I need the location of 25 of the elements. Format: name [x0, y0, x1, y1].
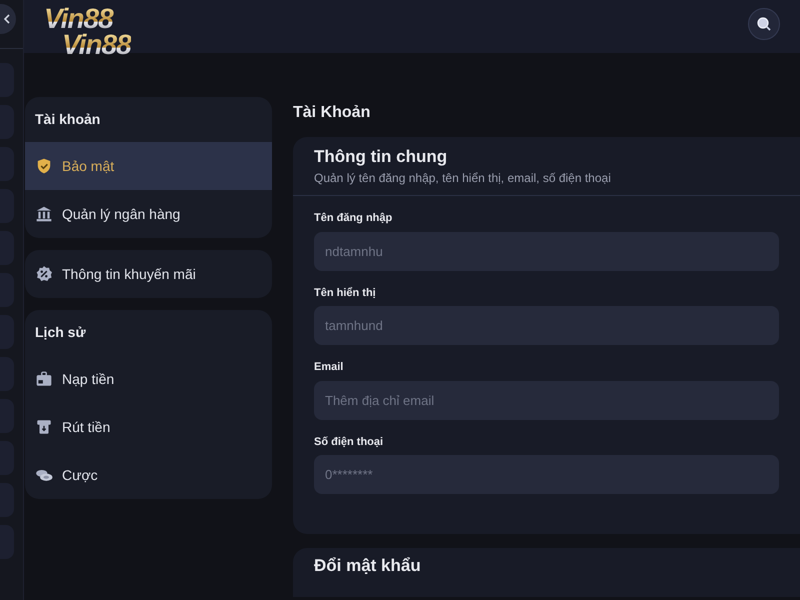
- card-subtitle: Quản lý tên đăng nhập, tên hiển thị, email, số điện thoại: [314, 170, 612, 188]
- chevron-left-icon: [4, 14, 10, 24]
- search-button[interactable]: [748, 8, 780, 40]
- badge-percent-icon: [35, 265, 53, 283]
- menu-item[interactable]: Rút tiền: [25, 403, 272, 451]
- menu-heading: Lịch sử: [34, 323, 87, 342]
- shield-icon: [35, 157, 53, 175]
- input-field[interactable]: Thêm địa chỉ email: [314, 380, 779, 420]
- menu-item[interactable]: Cược: [25, 451, 272, 499]
- atm-icon: [35, 418, 53, 436]
- page-title: Tài Khoản: [293, 103, 372, 123]
- field-label: Số điện thoại: [314, 434, 384, 450]
- search-icon: [756, 16, 772, 32]
- menu-item[interactable]: Quản lý ngân hàng: [25, 190, 272, 238]
- menu-heading: Tài khoản: [34, 110, 102, 129]
- bank-icon: [35, 205, 53, 223]
- menu-item[interactable]: Nạp tiền: [25, 355, 272, 403]
- card-title: Đổi mật khẩu: [314, 556, 422, 577]
- menu-item[interactable]: Bảo mật: [25, 142, 272, 190]
- field-label: Email: [314, 360, 344, 376]
- field-label: Tên hiển thị: [314, 286, 377, 301]
- card-title: Thông tin chung: [314, 147, 448, 168]
- field-label: Tên đăng nhập: [314, 211, 394, 226]
- briefcase-icon: [35, 370, 53, 388]
- menu-item[interactable]: Thông tin khuyến mãi: [25, 250, 272, 298]
